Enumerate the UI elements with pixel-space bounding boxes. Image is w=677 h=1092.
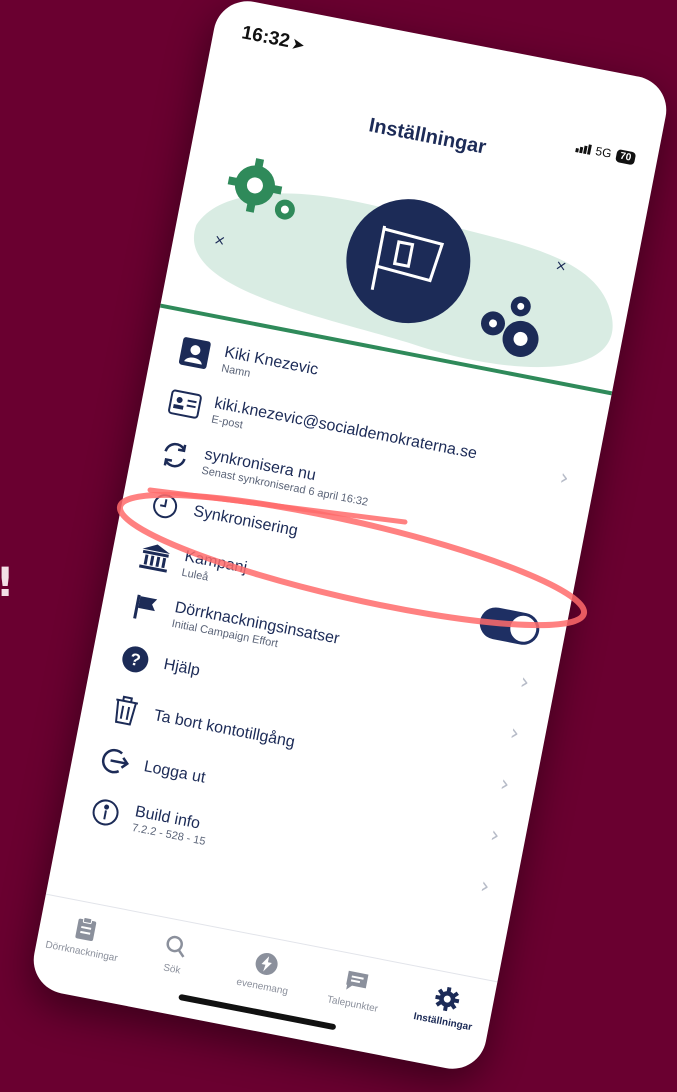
- tab-label: Sök: [162, 962, 182, 977]
- logout-icon: [96, 741, 136, 781]
- help-icon: ?: [115, 639, 155, 679]
- tab-label: Talepunkter: [326, 994, 379, 1015]
- refresh-icon: [155, 435, 195, 475]
- trash-icon: [105, 690, 145, 730]
- tab-settings[interactable]: Inställningar: [389, 965, 497, 1075]
- flag-icon: [125, 588, 165, 628]
- bank-icon: [135, 537, 175, 577]
- tab-talking-points[interactable]: Talepunkter: [299, 947, 407, 1058]
- user-icon: [175, 333, 215, 373]
- signal-icon: [575, 142, 592, 155]
- status-time: 16:32➤: [240, 22, 306, 56]
- tab-door-knocking[interactable]: Dörrknackningar: [28, 895, 136, 1006]
- id-card-icon: [165, 384, 205, 424]
- tab-label: evenemang: [235, 976, 289, 998]
- tab-search[interactable]: Sök: [118, 912, 226, 1023]
- settings-list: Kiki Knezevic Namn kiki.knezevic@sociald…: [58, 319, 609, 917]
- clipboard-icon: [72, 915, 100, 943]
- toggle-knob: [508, 613, 539, 645]
- tab-label: Inställningar: [412, 1011, 473, 1034]
- phone-screen: 16:32➤ 5G 70 Inställningar × × Kiki Knez…: [27, 0, 673, 1075]
- info-icon: [86, 793, 126, 833]
- tab-bar: Dörrknackningar Sök evenemang Talepunkte…: [27, 893, 498, 1075]
- gear-icon: [433, 985, 461, 1013]
- tab-events[interactable]: evenemang: [208, 930, 316, 1041]
- clock-icon: [145, 486, 185, 526]
- chat-icon: [343, 967, 371, 995]
- bolt-icon: [253, 950, 281, 978]
- clock: 16:32: [239, 22, 292, 53]
- edge-exclamation-mark: !: [0, 560, 14, 606]
- campaign-toggle[interactable]: [477, 604, 543, 648]
- location-arrow-icon: ➤: [290, 35, 306, 54]
- search-icon: [162, 932, 190, 960]
- tab-label: Dörrknackningar: [44, 939, 119, 965]
